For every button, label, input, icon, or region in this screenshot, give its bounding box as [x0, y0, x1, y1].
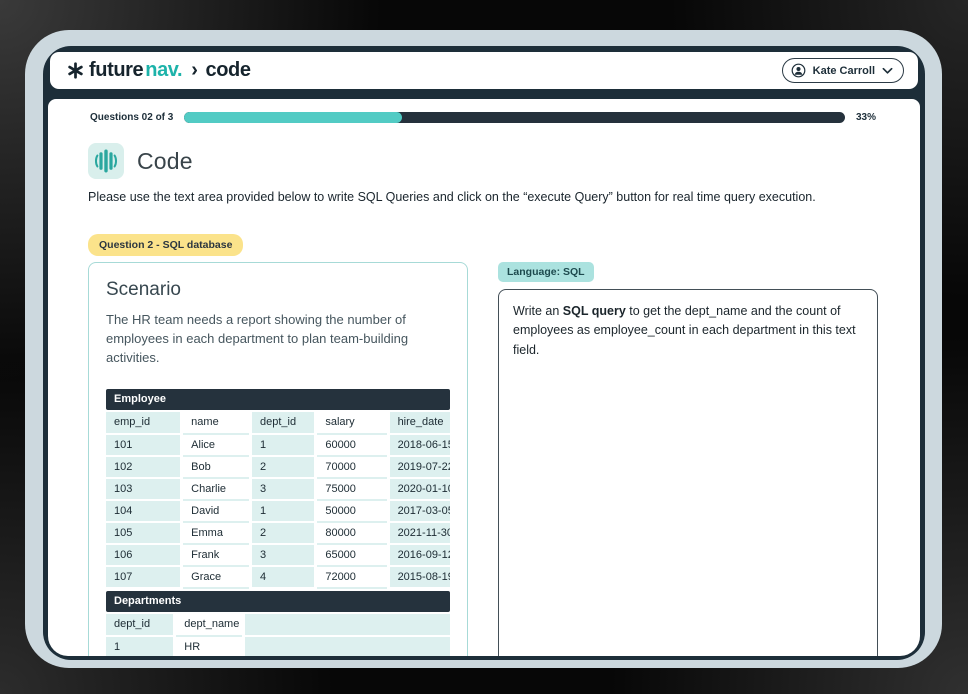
table-cell: 2018-06-15 — [388, 434, 450, 456]
table-cell: 2016-09-12 — [388, 544, 450, 566]
table-row: 101Alice1600002018-06-15 — [106, 434, 450, 456]
table-cell: 107 — [106, 566, 182, 588]
table-row: 102Bob2700002019-07-22 — [106, 456, 450, 478]
table-cell: 75000 — [316, 478, 388, 500]
section-label: code — [205, 59, 250, 82]
progress-section: Questions 02 of 3 33% — [48, 99, 920, 123]
table-cell: 3 — [250, 544, 315, 566]
main-card: Questions 02 of 3 33% — [48, 99, 920, 656]
page-title: Code — [137, 148, 193, 175]
table-cell: 1 — [250, 500, 315, 522]
table-cell: 2021-11-30 — [388, 522, 450, 544]
table-cell: Alice — [182, 434, 251, 456]
table-cell: HR — [175, 636, 244, 656]
table-cell: dept_id — [106, 614, 175, 636]
table-cell: salary — [316, 412, 388, 434]
table-row: dept_iddept_name — [106, 614, 450, 636]
asterisk-icon — [67, 62, 84, 79]
screenshot-background: future nav. › code Kate Carroll — [0, 0, 968, 694]
table-cell: 2 — [250, 456, 315, 478]
editor-prompt-bold: SQL query — [563, 304, 626, 318]
table-cell: Charlie — [182, 478, 251, 500]
table-cell: 72000 — [316, 566, 388, 588]
table-cell: 70000 — [316, 456, 388, 478]
table-cell: 102 — [106, 456, 182, 478]
table-cell: 2015-08-19 — [388, 566, 450, 588]
table-cell: 80000 — [316, 522, 388, 544]
table-cell: 104 — [106, 500, 182, 522]
progress-label: Questions 02 of 3 — [90, 112, 173, 123]
table-cell: 50000 — [316, 500, 388, 522]
table-cell: 105 — [106, 522, 182, 544]
table-row: 105Emma2800002021-11-30 — [106, 522, 450, 544]
scenario-panel: Scenario The HR team needs a report show… — [88, 262, 468, 656]
language-badge: Language: SQL — [498, 262, 594, 282]
table-cell: 2 — [250, 522, 315, 544]
table-cell: 3 — [250, 478, 315, 500]
table-cell: dept_name — [175, 614, 244, 636]
table-cell: 106 — [106, 544, 182, 566]
table-cell: 65000 — [316, 544, 388, 566]
question-badge: Question 2 - SQL database — [88, 234, 243, 256]
table-cell: 60000 — [316, 434, 388, 456]
departments-table: dept_iddept_name1HR — [106, 614, 450, 656]
top-bar: future nav. › code Kate Carroll — [50, 52, 918, 89]
table-cell: Grace — [182, 566, 251, 588]
striped-sphere-icon — [88, 143, 124, 179]
table-cell: dept_id — [250, 412, 315, 434]
departments-table-block: Departments dept_iddept_name1HR — [106, 591, 450, 656]
table-cell: name — [182, 412, 251, 434]
table-cell: 103 — [106, 478, 182, 500]
table-cell: 4 — [250, 566, 315, 588]
progress-percent: 33% — [856, 112, 876, 123]
brand-accent: nav. — [145, 59, 182, 82]
brand-logo: future nav. › code — [67, 59, 251, 82]
table-cell — [244, 614, 450, 636]
table-cell: Emma — [182, 522, 251, 544]
table-cell: 1 — [250, 434, 315, 456]
employee-table-block: Employee emp_idnamedept_idsalaryhire_dat… — [106, 389, 450, 589]
editor-prompt-prefix: Write an — [513, 304, 563, 318]
table-cell: 2017-03-05 — [388, 500, 450, 522]
table-row: 104David1500002017-03-05 — [106, 500, 450, 522]
person-icon — [791, 63, 806, 78]
table-row: emp_idnamedept_idsalaryhire_date — [106, 412, 450, 434]
device-bezel: future nav. › code Kate Carroll — [25, 30, 942, 668]
scenario-description: The HR team needs a report showing the n… — [106, 311, 450, 368]
table-cell: Frank — [182, 544, 251, 566]
app-window: future nav. › code Kate Carroll — [43, 46, 925, 660]
table-cell: hire_date — [388, 412, 450, 434]
table-cell: 101 — [106, 434, 182, 456]
progress-bar-fill — [184, 112, 402, 123]
table-cell: emp_id — [106, 412, 182, 434]
table-row: 1HR — [106, 636, 450, 656]
table-row: 103Charlie3750002020-01-10 — [106, 478, 450, 500]
table-row: 107Grace4720002015-08-19 — [106, 566, 450, 588]
table-cell: Bob — [182, 456, 251, 478]
question-panels: Scenario The HR team needs a report show… — [88, 262, 880, 656]
chevron-down-icon — [882, 67, 893, 75]
brand-primary: future — [89, 59, 143, 82]
breadcrumb-separator: › — [191, 59, 197, 82]
progress-bar — [184, 112, 845, 123]
editor-panel: Language: SQL Write an SQL query to get … — [498, 262, 878, 656]
table-cell — [244, 636, 450, 656]
employee-table-title: Employee — [106, 389, 450, 410]
page-header: Code — [88, 143, 880, 179]
table-row: 106Frank3650002016-09-12 — [106, 544, 450, 566]
scenario-title: Scenario — [106, 279, 450, 301]
table-cell: David — [182, 500, 251, 522]
table-cell: 2020-01-10 — [388, 478, 450, 500]
departments-table-title: Departments — [106, 591, 450, 612]
user-menu-button[interactable]: Kate Carroll — [782, 58, 904, 83]
user-name: Kate Carroll — [813, 65, 875, 77]
table-cell: 1 — [106, 636, 175, 656]
sql-query-input[interactable]: Write an SQL query to get the dept_name … — [498, 289, 878, 656]
instructions-text: Please use the text area provided below … — [88, 190, 880, 204]
table-cell: 2019-07-22 — [388, 456, 450, 478]
page-content: Code Please use the text area provided b… — [48, 143, 920, 656]
employee-table: emp_idnamedept_idsalaryhire_date101Alice… — [106, 412, 450, 589]
